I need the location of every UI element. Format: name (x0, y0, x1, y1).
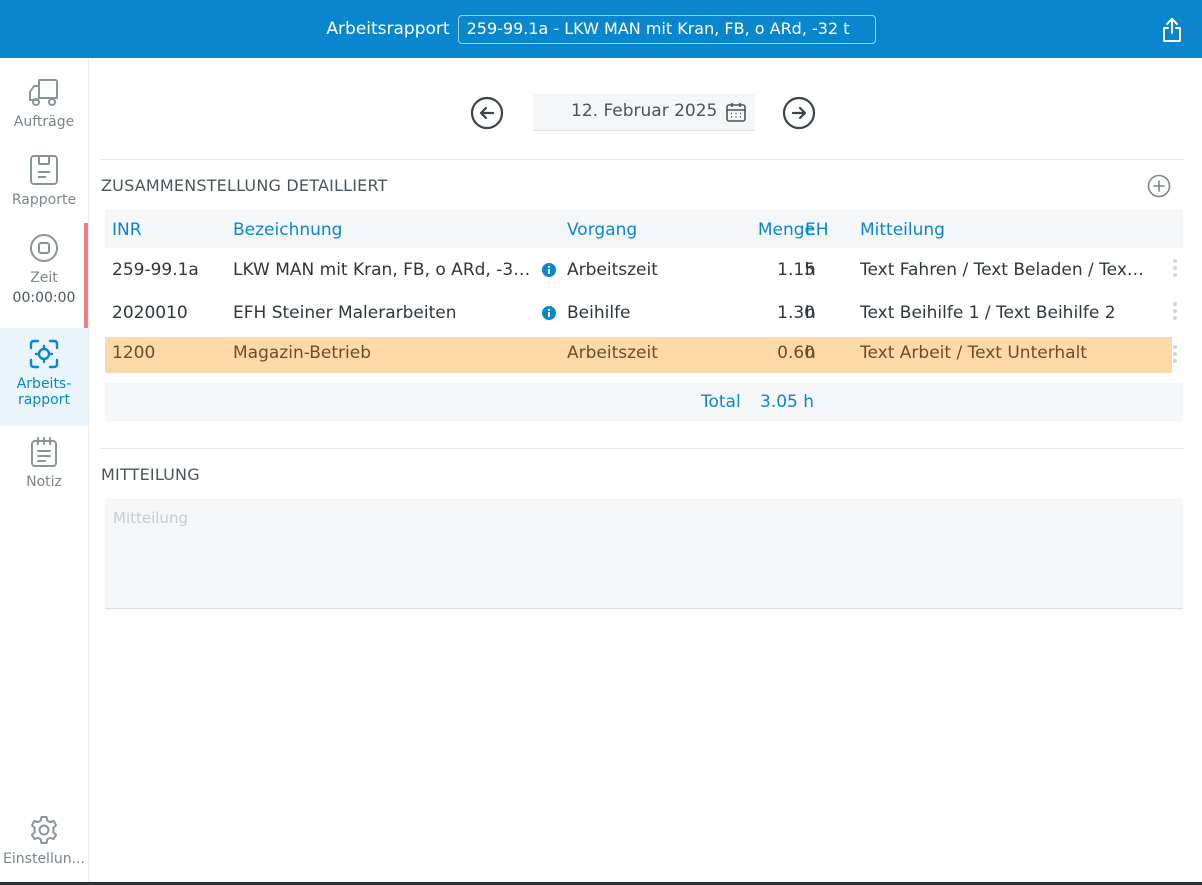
more-icon[interactable] (1171, 301, 1179, 321)
sidebar-item-label: Notiz (26, 474, 62, 490)
header-vorgang[interactable]: Vorgang (567, 220, 717, 240)
message-title: MITTEILUNG (101, 465, 200, 484)
divider (101, 159, 1183, 160)
more-icon[interactable] (1171, 258, 1179, 278)
arrow-right-icon[interactable] (782, 96, 816, 130)
cell-mitteilung: Text Beihilfe 1 / Text Beihilfe 2 (860, 303, 1116, 323)
header-inr[interactable]: INR (112, 220, 222, 240)
clipboard-icon (30, 155, 58, 185)
info-icon[interactable] (542, 306, 556, 320)
total-row: Total 3.05 h (105, 383, 1183, 421)
more-icon[interactable] (1172, 344, 1178, 364)
sidebar-item-label-2: rapport (18, 392, 70, 408)
arrow-left-icon[interactable] (470, 96, 504, 130)
total-label: Total (701, 392, 741, 412)
sidebar-item-auftraege[interactable]: Aufträge (0, 76, 88, 146)
order-selector[interactable]: 259-99.1a - LKW MAN mit Kran, FB, o ARd,… (457, 14, 876, 44)
sidebar-item-rapporte[interactable]: Rapporte (0, 154, 88, 224)
sidebar-item-settings[interactable]: Einstellun... (0, 815, 88, 875)
summary-table: INR Bezeichnung Vorgang Menge EH Mitteil… (105, 210, 1183, 421)
cell-menge: 0.60 (777, 343, 815, 363)
cell-bezeichnung: Magazin-Betrieb (233, 343, 371, 363)
table-row[interactable]: 2020010 EFH Steiner Malerarbeiten Beihil… (105, 291, 1183, 334)
sidebar-item-label: Einstellun... (3, 851, 85, 867)
date-field[interactable]: 12. Februar 2025 (533, 94, 755, 131)
cell-inr: 259-99.1a (112, 260, 199, 280)
page-title: Arbeitsrapport (326, 19, 450, 39)
cell-vorgang: Arbeitszeit (567, 260, 658, 280)
notepad-icon (31, 437, 57, 467)
cell-inr: 1200 (112, 343, 156, 363)
zeit-marker (84, 223, 88, 329)
top-bar: Arbeitsrapport 259-99.1a - LKW MAN mit K… (0, 0, 1202, 58)
cell-bezeichnung: LKW MAN mit Kran, FB, o ARd, -32 t (233, 260, 531, 280)
timer-value: 00:00:00 (12, 290, 76, 306)
divider (101, 448, 1183, 449)
header-mitteilung[interactable]: Mitteilung (860, 220, 1150, 240)
date-value: 12. Februar 2025 (571, 101, 718, 121)
cell-inr: 2020010 (112, 303, 188, 323)
cell-eh: h (805, 343, 816, 363)
header-menge[interactable]: Menge (705, 220, 815, 240)
sidebar-item-label: Arbeits- (16, 376, 72, 392)
sidebar-item-arbeitsrapport[interactable]: Arbeits- rapport (0, 328, 88, 426)
table-header: INR Bezeichnung Vorgang Menge EH Mitteil… (105, 210, 1183, 248)
cell-mitteilung: Text Arbeit / Text Unterhalt (860, 343, 1087, 363)
message-input[interactable] (105, 499, 1183, 609)
cell-menge: 1.15 (777, 260, 815, 280)
add-icon[interactable] (1147, 174, 1171, 198)
total-value: 3.05 h (760, 392, 815, 412)
sidebar-item-label: Zeit (30, 270, 58, 286)
sidebar-item-zeit[interactable]: Zeit 00:00:00 (0, 232, 88, 322)
calendar-icon (726, 103, 746, 122)
sidebar-item-label: Rapporte (11, 192, 77, 208)
table-row[interactable]: 259-99.1a LKW MAN mit Kran, FB, o ARd, -… (105, 248, 1183, 291)
cell-mitteilung: Text Fahren / Text Beladen / Text Ablade… (860, 260, 1150, 280)
date-navigator: 12. Februar 2025 (470, 94, 820, 132)
cell-vorgang: Beihilfe (567, 303, 631, 323)
stop-icon (30, 234, 58, 262)
truck-icon (29, 79, 58, 106)
sidebar-item-notiz[interactable]: Notiz (0, 436, 88, 506)
header-bezeichnung[interactable]: Bezeichnung (233, 220, 533, 240)
share-icon[interactable] (1160, 17, 1184, 43)
summary-title: ZUSAMMENSTELLUNG DETAILLIERT (101, 176, 388, 195)
sidebar: Aufträge Rapporte Zeit 00:00:00 Arbeits-… (0, 58, 89, 882)
header-eh[interactable]: EH (805, 220, 845, 240)
cell-eh: h (805, 260, 816, 280)
info-icon[interactable] (542, 263, 556, 277)
gear-icon (30, 816, 58, 844)
cell-vorgang: Arbeitszeit (567, 343, 658, 363)
cell-menge: 1.30 (777, 303, 815, 323)
cell-bezeichnung: EFH Steiner Malerarbeiten (233, 303, 457, 323)
target-icon (29, 339, 59, 369)
table-row-selected[interactable]: 1200 Magazin-Betrieb Arbeitszeit 0.60 h … (105, 337, 1172, 373)
sidebar-item-label: Aufträge (13, 114, 75, 130)
cell-eh: h (805, 303, 816, 323)
